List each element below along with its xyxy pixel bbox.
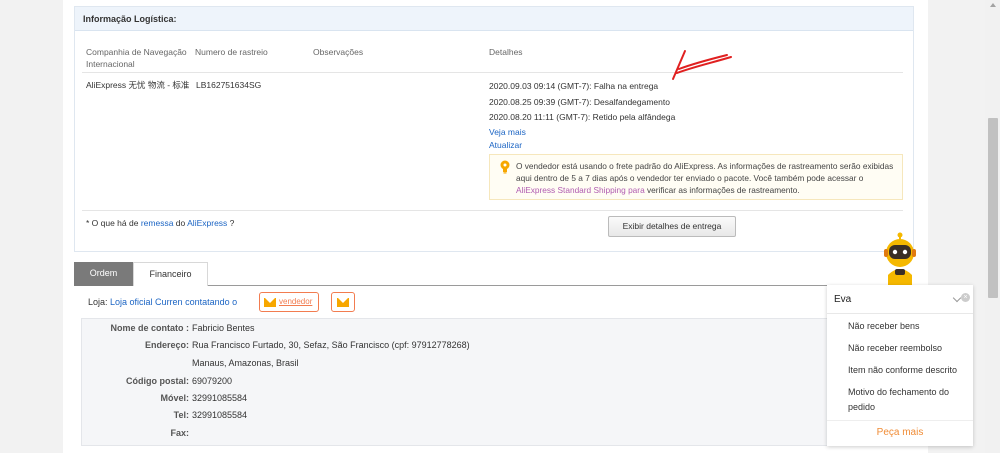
- shipping-question: * O que há de remessa do AliExpress ?: [86, 218, 235, 228]
- chat-option[interactable]: Não receber reembolso: [848, 341, 966, 356]
- message-button[interactable]: [331, 292, 355, 312]
- ask-more-button[interactable]: Peça mais: [827, 420, 973, 446]
- address-panel: Nome de contato : Fabricio Bentes Endere…: [81, 318, 915, 446]
- tracking-event: 2020.09.03 09:14 (GMT-7): Falha na entre…: [489, 81, 659, 91]
- zip-label: Código postal:: [126, 376, 189, 386]
- delivery-details-button[interactable]: Exibir detalhes de entrega: [608, 216, 736, 237]
- logistics-title: Informação Logística:: [75, 7, 913, 31]
- fax-row: Fax:: [82, 425, 916, 442]
- envelope-icon: [264, 298, 276, 307]
- close-icon[interactable]: ×: [961, 293, 970, 302]
- tracking-number: LB162751634SG: [196, 80, 262, 90]
- contact-vendor-button[interactable]: vendedor: [259, 292, 319, 312]
- mobile-label: Móvel:: [160, 393, 189, 403]
- contact-row: Nome de contato : Fabricio Bentes: [82, 320, 916, 337]
- address-line2: Manaus, Amazonas, Brasil: [192, 358, 299, 368]
- tel-row: Tel: 32991085584: [82, 407, 916, 424]
- address-row-2: Manaus, Amazonas, Brasil: [82, 355, 916, 372]
- tel-value: 32991085584: [192, 410, 248, 420]
- chat-option[interactable]: Motivo do fechamento do pedido: [848, 385, 966, 415]
- remessa-link[interactable]: remessa: [141, 218, 174, 228]
- lightbulb-icon: [500, 160, 510, 174]
- divider: [82, 210, 903, 211]
- zip-value: 69079200: [192, 376, 233, 386]
- mobile-row: Móvel: 32991085584: [82, 390, 916, 407]
- vendor-label: vendedor: [279, 297, 313, 306]
- order-tabs: Ordem Financeiro: [74, 262, 916, 286]
- divider: [82, 72, 903, 73]
- divider: [827, 313, 973, 314]
- address-label: Endereço:: [144, 340, 189, 350]
- shipping-company: AliExpress 无忧 物流 - 标准: [86, 80, 190, 90]
- tracking-event: 2020.08.25 09:39 (GMT-7): Desalfandegame…: [489, 97, 670, 107]
- standard-shipping-link[interactable]: AliExpress Standard Shipping para: [516, 185, 645, 195]
- header-details: Detalhes: [489, 47, 523, 57]
- eva-chat-panel: Eva × Não receber bens Não receber reemb…: [827, 285, 973, 446]
- store-link[interactable]: Loja oficial Curren contatando o: [110, 297, 237, 307]
- shipping-notice: O vendedor está usando o frete padrão do…: [489, 154, 903, 200]
- scroll-up-arrow[interactable]: [990, 3, 996, 7]
- handwritten-arrow-annotation: [672, 50, 732, 80]
- tab-order[interactable]: Ordem: [74, 262, 133, 286]
- header-notes: Observações: [313, 47, 364, 57]
- mobile-value: 32991085584: [192, 393, 248, 403]
- zip-row: Código postal: 69079200: [82, 373, 916, 390]
- tracking-event: 2020.08.20 11:11 (GMT-7): Retido pela al…: [489, 112, 676, 122]
- scrollbar-thumb[interactable]: [988, 118, 998, 298]
- see-more-link[interactable]: Veja mais: [489, 126, 526, 138]
- tab-finance[interactable]: Financeiro: [133, 262, 208, 286]
- notice-text: O vendedor está usando o frete padrão do…: [516, 161, 894, 195]
- scrollbar[interactable]: [985, 0, 1000, 453]
- logistics-panel: Informação Logística: Companhia de Naveg…: [74, 6, 914, 252]
- contact-label: Nome de contato :: [110, 323, 189, 333]
- contact-value: Fabricio Bentes: [192, 323, 255, 333]
- store-line: Loja: Loja oficial Curren contatando o: [88, 297, 238, 307]
- chat-option[interactable]: Não receber bens: [848, 319, 966, 334]
- chevron-down-icon[interactable]: [952, 293, 962, 303]
- address-line1: Rua Francisco Furtado, 30, Sefaz, São Fr…: [192, 340, 470, 350]
- eva-title: Eva: [834, 294, 852, 305]
- header-company: Companhia de Navegação Internacional: [86, 47, 187, 69]
- address-row: Endereço: Rua Francisco Furtado, 30, Sef…: [82, 337, 916, 354]
- header-tracking: Numero de rastreio: [195, 47, 268, 57]
- aliexpress-link[interactable]: AliExpress: [187, 218, 227, 228]
- fax-label: Fax:: [170, 428, 189, 438]
- chat-option[interactable]: Item não conforme descrito: [848, 363, 966, 378]
- update-link[interactable]: Atualizar: [489, 139, 522, 151]
- envelope-icon: [337, 298, 349, 307]
- tel-label: Tel:: [173, 410, 189, 420]
- robot-assistant-icon[interactable]: [877, 231, 923, 285]
